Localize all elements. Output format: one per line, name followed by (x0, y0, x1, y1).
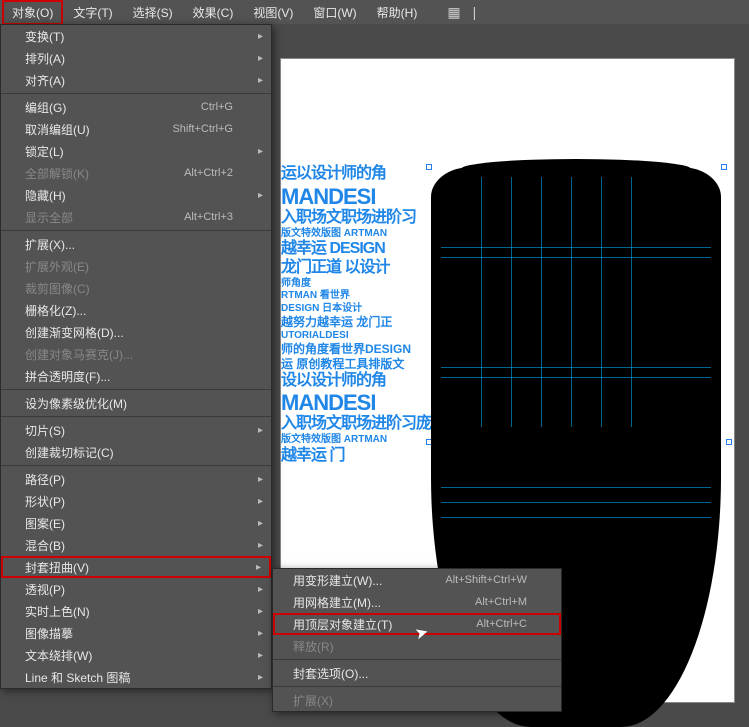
arrange-docs-icon[interactable]: ▦ (447, 4, 460, 21)
menu-label: 扩展(X) (293, 692, 333, 709)
menu-item-a[interactable]: 对齐(A) (1, 69, 271, 91)
menu-item-j: 创建对象马赛克(J)... (1, 343, 271, 365)
menu-label: 创建渐变网格(D)... (25, 324, 124, 341)
menu-label: 对齐(A) (25, 72, 65, 89)
menu-label: 文本绕排(W) (25, 647, 92, 664)
menu-shortcut: Alt+Ctrl+C (476, 618, 527, 630)
menu-label: 封套扭曲(V) (25, 559, 89, 576)
menu-label: 编组(G) (25, 99, 66, 116)
menubar: 对象(O) 文字(T) 选择(S) 效果(C) 视图(V) 窗口(W) 帮助(H… (0, 0, 749, 24)
submenu-item-w[interactable]: 用变形建立(W)... Alt+Shift+Ctrl+W (273, 569, 561, 591)
menu-separator (1, 416, 271, 417)
menu-item-w[interactable]: 文本绕排(W) (1, 644, 271, 666)
menu-item-g[interactable]: 编组(G) Ctrl+G (1, 96, 271, 118)
anchor-point[interactable] (721, 164, 727, 170)
menu-label: 设为像素级优化(M) (25, 395, 127, 412)
menu-label: 栅格化(Z)... (25, 302, 86, 319)
menu-item-d[interactable]: 创建渐变网格(D)... (1, 321, 271, 343)
menu-label: 实时上色(N) (25, 603, 90, 620)
menu-shortcut: Alt+Shift+Ctrl+W (445, 574, 527, 586)
menu-object[interactable]: 对象(O) (2, 0, 63, 25)
menubar-icons: ▦ | (447, 4, 476, 21)
text-cloud: 运以设计师的角 MANDESI 入职场文职场进阶习 版文特效版图 ARTMAN … (281, 164, 446, 467)
menu-item-f[interactable]: 拼合透明度(F)... (1, 365, 271, 387)
menu-item-c: 裁剪图像(C) (1, 277, 271, 299)
menu-label: 图像描摹 (25, 625, 73, 642)
menu-select[interactable]: 选择(S) (123, 0, 183, 25)
menu-label: 路径(P) (25, 471, 65, 488)
anchor-point[interactable] (726, 439, 732, 445)
menu-item-z[interactable]: 栅格化(Z)... (1, 299, 271, 321)
menu-item-: 显示全部 Alt+Ctrl+3 (1, 206, 271, 228)
menu-type[interactable]: 文字(T) (63, 0, 122, 25)
menu-item-u[interactable]: 取消编组(U) Shift+Ctrl+G (1, 118, 271, 140)
menu-label: 变换(T) (25, 28, 64, 45)
menu-label: 锁定(L) (25, 143, 64, 160)
menu-shortcut: Alt+Ctrl+2 (184, 167, 233, 179)
menu-item-x[interactable]: 扩展(X)... (1, 233, 271, 255)
menu-item-a[interactable]: 排列(A) (1, 47, 271, 69)
menu-item-linesketch[interactable]: Line 和 Sketch 图稿 (1, 666, 271, 688)
menu-label: 用顶层对象建立(T) (293, 616, 392, 633)
menu-item-l[interactable]: 锁定(L) (1, 140, 271, 162)
menu-label: 拼合透明度(F)... (25, 368, 110, 385)
menu-window[interactable]: 窗口(W) (303, 0, 366, 25)
menu-label: 图案(E) (25, 515, 65, 532)
menu-label: 扩展(X)... (25, 236, 75, 253)
menu-item-[interactable]: 图像描摹 (1, 622, 271, 644)
menu-item-c[interactable]: 创建裁切标记(C) (1, 441, 271, 463)
menu-label: 创建裁切标记(C) (25, 444, 114, 461)
menu-label: 裁剪图像(C) (25, 280, 90, 297)
menu-separator (273, 686, 561, 687)
menu-item-e[interactable]: 图案(E) (1, 512, 271, 534)
menu-shortcut: Ctrl+G (201, 101, 233, 113)
menu-label: Line 和 Sketch 图稿 (25, 669, 130, 686)
menu-item-p[interactable]: 透视(P) (1, 578, 271, 600)
menu-item-e: 扩展外观(E) (1, 255, 271, 277)
menu-item-k: 全部解锁(K) Alt+Ctrl+2 (1, 162, 271, 184)
menu-item-b[interactable]: 混合(B) (1, 534, 271, 556)
menu-label: 封套选项(O)... (293, 665, 368, 682)
menu-shortcut: Shift+Ctrl+G (172, 123, 233, 135)
menu-separator (1, 230, 271, 231)
divider-icon: | (473, 4, 477, 21)
menu-label: 用变形建立(W)... (293, 572, 382, 589)
menu-item-h[interactable]: 隐藏(H) (1, 184, 271, 206)
menu-item-v[interactable]: 封套扭曲(V) (1, 556, 271, 578)
menu-label: 扩展外观(E) (25, 258, 89, 275)
menu-separator (1, 93, 271, 94)
menu-view[interactable]: 视图(V) (243, 0, 303, 25)
menu-shortcut: Alt+Ctrl+M (475, 596, 527, 608)
menu-label: 取消编组(U) (25, 121, 90, 138)
submenu-item-x: 扩展(X) (273, 689, 561, 711)
menu-effect[interactable]: 效果(C) (183, 0, 244, 25)
menu-shortcut: Alt+Ctrl+3 (184, 211, 233, 223)
menu-item-p[interactable]: 路径(P) (1, 468, 271, 490)
menu-item-p[interactable]: 形状(P) (1, 490, 271, 512)
menu-label: 切片(S) (25, 422, 65, 439)
menu-label: 排列(A) (25, 50, 65, 67)
menu-separator (1, 465, 271, 466)
menu-label: 形状(P) (25, 493, 65, 510)
submenu-item-o[interactable]: 封套选项(O)... (273, 662, 561, 684)
menu-item-t[interactable]: 变换(T) (1, 25, 271, 47)
object-dropdown: 变换(T) 排列(A) 对齐(A) 编组(G) Ctrl+G 取消编组(U) Shift+C… (0, 24, 272, 689)
menu-label: 用网格建立(M)... (293, 594, 381, 611)
menu-separator (1, 389, 271, 390)
menu-item-s[interactable]: 切片(S) (1, 419, 271, 441)
menu-label: 显示全部 (25, 209, 73, 226)
menu-label: 隐藏(H) (25, 187, 66, 204)
menu-label: 混合(B) (25, 537, 65, 554)
menu-label: 释放(R) (293, 638, 334, 655)
submenu-item-m[interactable]: 用网格建立(M)... Alt+Ctrl+M (273, 591, 561, 613)
menu-label: 创建对象马赛克(J)... (25, 346, 133, 363)
menu-label: 透视(P) (25, 581, 65, 598)
menu-item-m[interactable]: 设为像素级优化(M) (1, 392, 271, 414)
menu-separator (273, 659, 561, 660)
menu-label: 全部解锁(K) (25, 165, 89, 182)
menu-help[interactable]: 帮助(H) (367, 0, 428, 25)
menu-item-n[interactable]: 实时上色(N) (1, 600, 271, 622)
